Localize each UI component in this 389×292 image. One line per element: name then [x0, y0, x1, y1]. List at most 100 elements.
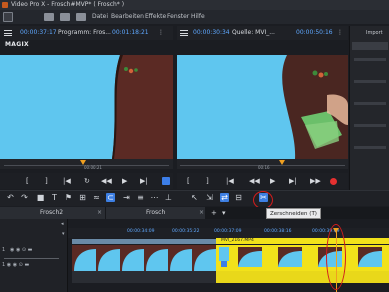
source-transport-bar — [177, 173, 348, 189]
ruler-label: 00:00:34:09 — [127, 229, 155, 234]
import-panel-toolbar[interactable] — [352, 42, 388, 50]
import-panel-title: Import — [366, 30, 383, 36]
selected-clip-thumbnails — [216, 245, 389, 271]
program-fullscreen-button[interactable] — [162, 177, 170, 185]
ruler-label: 00:00:35:22 — [172, 229, 200, 234]
source-rewind-button[interactable]: ◀◀ — [249, 176, 260, 186]
audio-track-empty[interactable] — [72, 271, 216, 283]
tab-close-icon[interactable]: × — [199, 207, 204, 219]
app-logo-icon — [2, 2, 8, 8]
program-video-frame[interactable] — [0, 55, 173, 159]
menu-effekte[interactable]: Effekte — [145, 12, 166, 22]
record-button[interactable] — [330, 178, 337, 185]
app-menu-icon[interactable] — [3, 12, 13, 22]
cut-tooltip: Zerschneiden (T) — [266, 208, 321, 219]
snap-icon[interactable]: ⊥ — [164, 193, 173, 202]
source-expand-icon[interactable]: ⋮ — [337, 28, 343, 38]
group-icon[interactable]: ≡ — [136, 193, 145, 202]
source-prev-marker-button[interactable]: |◀ — [226, 176, 234, 186]
import-panel — [349, 26, 389, 194]
import-panel-item[interactable] — [354, 58, 386, 61]
program-timecode-position[interactable]: 00:00:37:17 — [20, 28, 57, 38]
window-title: Video Pro X - Frosch#MVP* ( Frosch* ) — [11, 1, 125, 8]
clip-header-left[interactable] — [72, 239, 216, 244]
track-settings-icon[interactable]: ▾ — [62, 231, 65, 237]
tab-close-icon[interactable]: × — [97, 207, 102, 219]
tab-label: Frosch2 — [40, 209, 64, 216]
program-video-image — [0, 55, 173, 159]
source-mark-in-button[interactable]: [ — [187, 176, 190, 186]
track-number: 1 — [2, 247, 6, 253]
ripple-icon[interactable]: ⇥ — [122, 193, 131, 202]
program-prev-marker-button[interactable]: |◀ — [63, 176, 71, 186]
pointer-icon[interactable]: ↖ — [190, 193, 199, 202]
clip-video-selected[interactable] — [216, 245, 389, 271]
import-panel-item[interactable] — [354, 146, 386, 149]
menu-datei[interactable]: Datei — [92, 12, 108, 22]
program-next-marker-button[interactable]: ▶| — [140, 176, 148, 186]
program-mark-out-button[interactable]: ] — [45, 176, 48, 186]
text-icon[interactable]: T — [50, 193, 59, 202]
source-video-frame[interactable] — [177, 55, 348, 159]
redo-icon[interactable]: ↷ — [20, 193, 29, 202]
delete-icon[interactable]: ■ — [36, 193, 45, 202]
program-scrub-time: 00:00:21 — [84, 165, 102, 170]
magix-logo: MAGIX — [5, 41, 29, 48]
clip-name: MVI_2167.MP4 — [221, 238, 254, 243]
ruler-label: 00:00:38:16 — [264, 229, 292, 234]
program-expand-icon[interactable]: ⋮ — [158, 28, 164, 38]
menu-bearbeiten[interactable]: Bearbeiten — [111, 12, 144, 22]
insert-icon[interactable]: ⊞ — [78, 193, 87, 202]
import-panel-item[interactable] — [354, 102, 386, 105]
track-volume-slider[interactable] — [4, 258, 59, 259]
source-playhead-marker[interactable] — [279, 160, 285, 165]
program-rewind-button[interactable]: ◀◀ — [101, 176, 112, 186]
title-bar: Video Pro X - Frosch#MVP* ( Frosch* ) — [0, 0, 389, 10]
track-collapse-icon[interactable]: ◂ — [61, 221, 64, 227]
range-icon[interactable]: ⇲ — [205, 193, 214, 202]
clip-thumbnails — [72, 245, 216, 271]
program-monitor-label: Programm: Fros... — [58, 29, 111, 36]
import-panel-item[interactable] — [354, 80, 386, 83]
save-icon[interactable] — [60, 13, 70, 21]
source-mark-out-button[interactable]: ] — [206, 176, 209, 186]
source-scrub-time: 00:16 — [258, 165, 270, 170]
source-monitor-label: Quelle: MVI_... — [232, 29, 275, 36]
folder-icon[interactable] — [44, 13, 54, 21]
add-tab-button[interactable]: + — [211, 208, 217, 218]
undo-icon[interactable]: ↶ — [6, 193, 15, 202]
edit-mode-icon[interactable]: ⇄ — [220, 193, 229, 202]
source-timecode-position[interactable]: 00:00:30:34 — [193, 28, 230, 38]
tab-menu-button[interactable]: ▾ — [222, 208, 226, 218]
source-menu-icon[interactable] — [180, 30, 188, 36]
source-timecode-duration: 00:00:50:16 — [296, 29, 333, 36]
program-loop-button[interactable]: ↻ — [84, 176, 90, 186]
grid-icon[interactable]: ⋯ — [150, 193, 159, 202]
ruler-label: 00:00:37:09 — [214, 229, 242, 234]
track-mute-icon[interactable]: ◉ ◉ ⊙ ▬ — [10, 247, 32, 253]
menu-fenster[interactable]: Fenster — [167, 12, 189, 22]
track-header — [0, 219, 68, 292]
program-timecode-duration: 00:01:18:21 — [112, 29, 149, 36]
wave-icon[interactable]: ≈ — [92, 193, 101, 202]
source-play-button[interactable]: ▶ — [270, 176, 275, 186]
highlight-ellipse — [326, 224, 346, 290]
marker-icon[interactable]: ⚑ — [64, 193, 73, 202]
track-audio-icon: 1 ◉ ◉ ⊙ ▬ — [2, 262, 30, 268]
import-panel-item[interactable] — [354, 124, 386, 127]
trim-icon[interactable]: ⊟ — [234, 193, 243, 202]
audio-clip-selected[interactable] — [216, 271, 389, 283]
source-next-marker-button[interactable]: ▶| — [289, 176, 297, 186]
tab-label: Frosch — [146, 209, 166, 216]
tab-frosch[interactable]: Frosch × — [106, 207, 206, 219]
program-menu-icon[interactable] — [4, 30, 12, 36]
source-forward-button[interactable]: ▶▶ — [310, 176, 321, 186]
program-play-button[interactable]: ▶ — [122, 176, 127, 186]
export-icon[interactable] — [76, 13, 86, 21]
link-icon[interactable]: ⊂ — [106, 193, 115, 202]
clip-video-left[interactable] — [72, 245, 216, 271]
program-mark-in-button[interactable]: [ — [26, 176, 29, 186]
menu-hilfe[interactable]: Hilfe — [191, 12, 205, 22]
source-video-image — [177, 55, 348, 159]
tab-frosch2[interactable]: Frosch2 × — [0, 207, 106, 219]
